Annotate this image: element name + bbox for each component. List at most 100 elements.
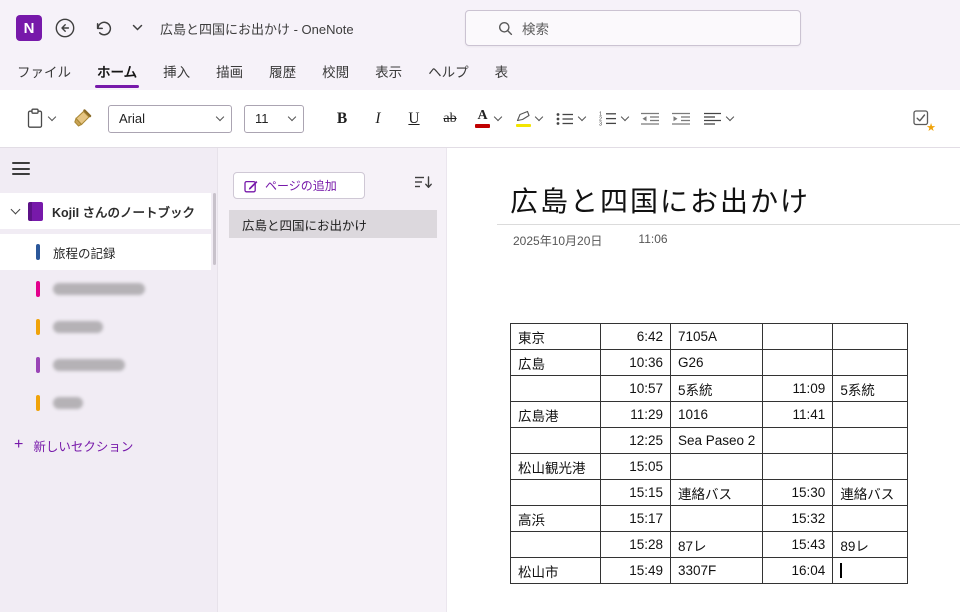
table-cell[interactable]: 5系統 bbox=[832, 375, 909, 402]
bullet-list-chevron-icon[interactable] bbox=[577, 112, 587, 122]
table-cell[interactable] bbox=[832, 453, 909, 480]
underline-button[interactable]: U bbox=[396, 103, 432, 135]
tab-file[interactable]: ファイル bbox=[4, 56, 84, 90]
paste-dropdown-chevron-icon[interactable] bbox=[47, 112, 57, 122]
table-cell[interactable]: 10:57 bbox=[600, 375, 671, 402]
table-cell[interactable]: 広島 bbox=[510, 349, 601, 376]
increase-indent-button[interactable] bbox=[672, 103, 691, 135]
table-cell[interactable]: 7105A bbox=[669, 323, 764, 350]
table-cell[interactable]: 1016 bbox=[669, 401, 764, 428]
table-cell[interactable]: G26 bbox=[669, 349, 764, 376]
tab-help[interactable]: ヘルプ bbox=[415, 56, 482, 90]
tab-insert[interactable]: 挿入 bbox=[150, 56, 203, 90]
table-cell[interactable]: 10:36 bbox=[600, 349, 671, 376]
table-cell[interactable]: 11:29 bbox=[600, 401, 671, 428]
table-cell[interactable]: 15:49 bbox=[600, 557, 671, 584]
sidebar-item-redacted-3[interactable] bbox=[0, 346, 217, 384]
table-cell[interactable]: 16:04 bbox=[762, 557, 834, 584]
italic-button[interactable]: I bbox=[360, 103, 396, 135]
sidebar-item-redacted-2[interactable] bbox=[0, 308, 217, 346]
paste-button[interactable] bbox=[26, 103, 57, 135]
customize-toolbar-button[interactable] bbox=[126, 13, 148, 43]
table-cell[interactable]: 3307F bbox=[669, 557, 764, 584]
table-cell[interactable]: 11:41 bbox=[762, 401, 834, 428]
numbered-list-button[interactable]: 1 2 3 bbox=[599, 103, 630, 135]
table-cell[interactable]: 11:09 bbox=[762, 375, 834, 402]
table-cell[interactable] bbox=[832, 557, 909, 584]
decrease-indent-button[interactable] bbox=[641, 103, 660, 135]
table-cell[interactable]: 89レ bbox=[832, 531, 909, 558]
table-cell[interactable] bbox=[832, 401, 909, 428]
table-cell[interactable] bbox=[762, 453, 834, 480]
font-color-button[interactable]: A bbox=[475, 103, 503, 135]
table-cell[interactable] bbox=[510, 479, 601, 506]
tab-draw[interactable]: 描画 bbox=[203, 56, 256, 90]
alignment-chevron-icon[interactable] bbox=[725, 112, 735, 122]
back-button[interactable] bbox=[50, 13, 80, 43]
table-cell[interactable]: 15:15 bbox=[600, 479, 671, 506]
tab-table[interactable]: 表 bbox=[482, 56, 522, 90]
table-cell[interactable]: 15:30 bbox=[762, 479, 834, 506]
tab-view[interactable]: 表示 bbox=[362, 56, 415, 90]
sidebar-item-redacted-1[interactable] bbox=[0, 270, 217, 308]
table-cell[interactable]: 松山市 bbox=[510, 557, 601, 584]
alignment-button[interactable] bbox=[704, 103, 735, 135]
highlight-button[interactable] bbox=[515, 103, 544, 135]
table-cell[interactable] bbox=[762, 427, 834, 454]
table-cell[interactable] bbox=[832, 349, 909, 376]
table-cell[interactable]: 15:32 bbox=[762, 505, 834, 532]
table-cell[interactable]: 東京 bbox=[510, 323, 601, 350]
table-cell[interactable]: 松山観光港 bbox=[510, 453, 601, 480]
tab-review[interactable]: 校閲 bbox=[309, 56, 362, 90]
sidebar-item-redacted-4[interactable] bbox=[0, 384, 217, 422]
table-cell[interactable]: 15:05 bbox=[600, 453, 671, 480]
notebook-chevron-icon[interactable] bbox=[10, 204, 21, 215]
page-title[interactable]: 広島と四国にお出かけ bbox=[510, 180, 810, 220]
bullet-list-button[interactable] bbox=[556, 103, 587, 135]
add-page-button[interactable]: ページの追加 bbox=[233, 172, 365, 199]
bold-button[interactable]: B bbox=[324, 103, 360, 135]
table-cell[interactable]: 連絡バス bbox=[832, 479, 909, 506]
table-cell[interactable] bbox=[510, 427, 601, 454]
table-cell[interactable] bbox=[669, 505, 764, 532]
highlight-chevron-icon[interactable] bbox=[534, 112, 544, 122]
table-cell[interactable]: 高浜 bbox=[510, 505, 601, 532]
table-cell[interactable]: Sea Paseo 2 bbox=[669, 427, 764, 454]
tab-history[interactable]: 履歴 bbox=[256, 56, 309, 90]
search-box[interactable]: 検索 bbox=[465, 10, 801, 46]
table-cell[interactable]: 6:42 bbox=[600, 323, 671, 350]
table-cell[interactable] bbox=[832, 505, 909, 532]
table-cell[interactable] bbox=[832, 323, 909, 350]
section-color-icon bbox=[36, 244, 40, 260]
table-cell[interactable] bbox=[510, 375, 601, 402]
strikethrough-button[interactable]: ab bbox=[432, 103, 468, 135]
table-cell[interactable] bbox=[762, 349, 834, 376]
sidebar-item-itinerary[interactable]: 旅程の記録 bbox=[0, 234, 211, 270]
table-cell[interactable] bbox=[832, 427, 909, 454]
undo-button[interactable] bbox=[88, 13, 118, 43]
new-section-button[interactable]: + 新しいセクション bbox=[0, 432, 133, 458]
table-cell[interactable] bbox=[510, 531, 601, 558]
font-color-chevron-icon[interactable] bbox=[493, 112, 503, 122]
font-size-select[interactable]: 11 bbox=[244, 104, 304, 133]
table-cell[interactable]: 87レ bbox=[669, 531, 764, 558]
tab-home[interactable]: ホーム bbox=[84, 56, 150, 90]
onenote-logo-icon: N bbox=[16, 15, 42, 41]
notebook-row[interactable]: KojiI さんのノートブック bbox=[0, 193, 211, 229]
navigation-menu-button[interactable] bbox=[12, 162, 30, 175]
page-list-item[interactable]: 広島と四国にお出かけ bbox=[229, 210, 437, 238]
table-cell[interactable]: 15:28 bbox=[600, 531, 671, 558]
table-cell[interactable] bbox=[762, 323, 834, 350]
table-cell[interactable]: 5系統 bbox=[669, 375, 764, 402]
table-cell[interactable]: 15:17 bbox=[600, 505, 671, 532]
table-cell[interactable]: 12:25 bbox=[600, 427, 671, 454]
table-cell[interactable]: 広島港 bbox=[510, 401, 601, 428]
sort-pages-button[interactable] bbox=[415, 175, 433, 193]
format-painter-button[interactable] bbox=[73, 103, 92, 135]
table-cell[interactable]: 連絡バス bbox=[669, 479, 764, 506]
todo-tag-button[interactable]: ★ bbox=[906, 102, 936, 136]
numbered-list-chevron-icon[interactable] bbox=[620, 112, 630, 122]
table-cell[interactable]: 15:43 bbox=[762, 531, 834, 558]
font-name-select[interactable]: Arial bbox=[108, 104, 232, 133]
table-cell[interactable] bbox=[669, 453, 764, 480]
